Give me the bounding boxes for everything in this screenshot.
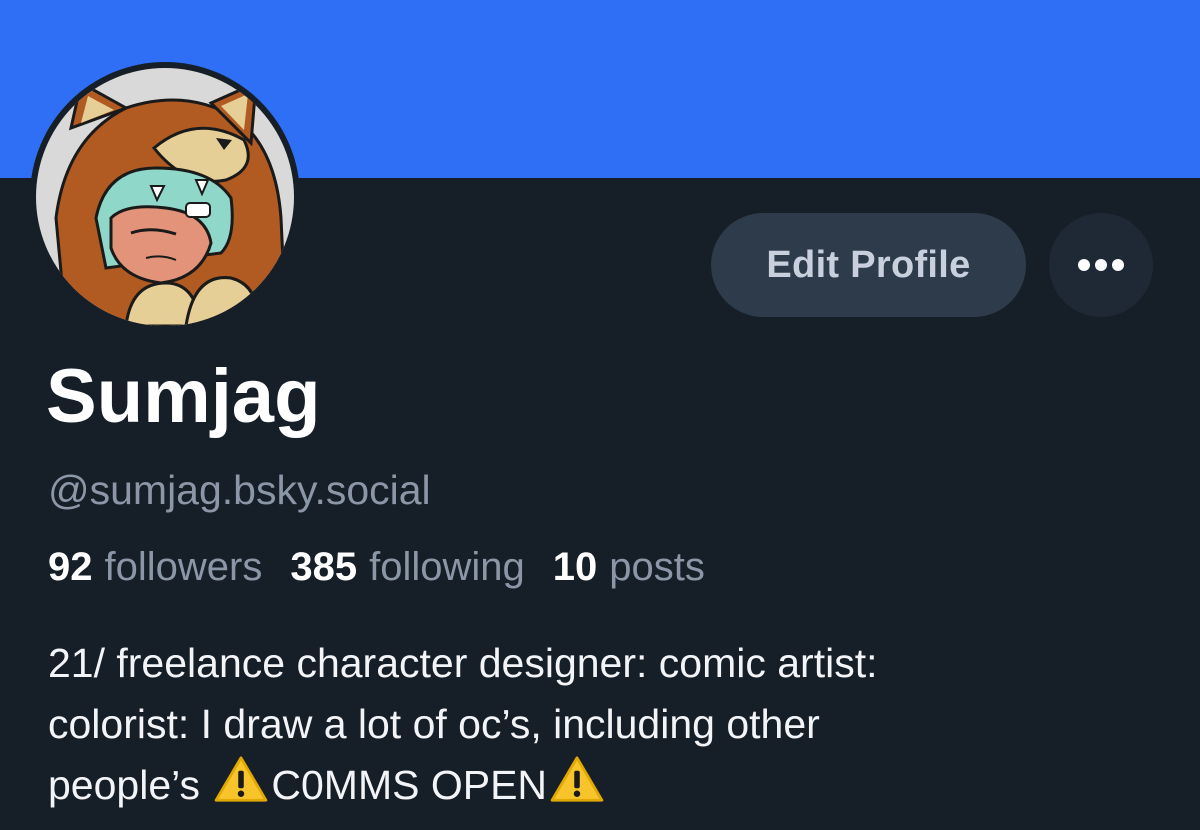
following-count: 385 bbox=[290, 545, 358, 589]
profile-bio: 21/ freelance character designer: comic … bbox=[48, 633, 1168, 816]
following-label: following bbox=[369, 545, 525, 589]
followers-label: followers bbox=[104, 545, 263, 589]
followers-stat[interactable]: 92 followers bbox=[48, 542, 262, 592]
warning-icon bbox=[550, 756, 604, 802]
profile-stats: 92 followers 385 following 10 posts bbox=[48, 542, 733, 592]
posts-count: 10 bbox=[552, 545, 598, 589]
avatar[interactable] bbox=[30, 62, 300, 332]
posts-label: posts bbox=[609, 545, 705, 589]
ellipsis-icon bbox=[1078, 259, 1124, 271]
profile-page: Edit Profile Sumjag @sumjag.bsky.social … bbox=[0, 0, 1200, 830]
following-stat[interactable]: 385 following bbox=[290, 542, 524, 592]
comms-open-text: C0MMS OPEN bbox=[271, 762, 548, 808]
bio-line: colorist: I draw a lot of oc’s, includin… bbox=[48, 701, 820, 747]
posts-stat[interactable]: 10 posts bbox=[553, 542, 705, 592]
display-name: Sumjag bbox=[46, 354, 321, 439]
more-options-button[interactable] bbox=[1049, 213, 1153, 317]
followers-count: 92 bbox=[48, 545, 93, 589]
bio-line: people’s C0MMS OPEN bbox=[48, 755, 1168, 816]
bio-line: 21/ freelance character designer: comic … bbox=[48, 640, 878, 686]
bio-text: people’s bbox=[48, 762, 212, 808]
bear-hood-character-icon bbox=[36, 68, 294, 326]
warning-icon bbox=[215, 756, 268, 802]
profile-handle: @sumjag.bsky.social bbox=[48, 467, 431, 513]
edit-profile-button[interactable]: Edit Profile bbox=[711, 213, 1026, 317]
